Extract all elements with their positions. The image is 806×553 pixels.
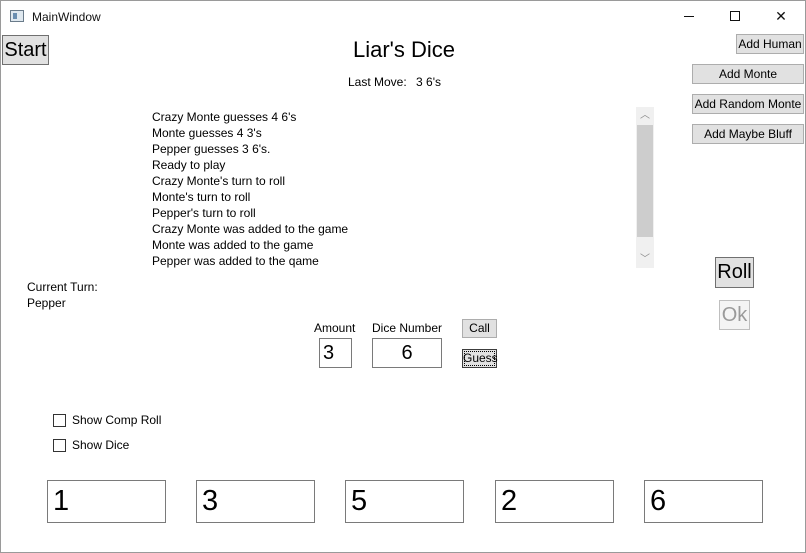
guess-button[interactable]: Guess	[462, 349, 498, 368]
die-3: 5	[345, 480, 464, 523]
die-5: 6	[644, 480, 763, 523]
minimize-icon	[684, 16, 694, 17]
game-log[interactable]: Crazy Monte guesses 4 6's Monte guesses …	[152, 109, 632, 269]
roll-button[interactable]: Roll	[715, 257, 754, 288]
app-icon	[10, 10, 24, 22]
die-2: 3	[196, 480, 315, 523]
log-entry: Monte was added to the game	[152, 238, 314, 252]
call-button[interactable]: Call	[462, 319, 497, 338]
ok-button[interactable]: Ok	[719, 300, 750, 330]
current-turn-player: Pepper	[27, 296, 66, 310]
last-move-label: Last Move:	[348, 75, 407, 89]
log-entry: Monte guesses 4 3's	[152, 126, 262, 140]
checkbox-icon[interactable]	[53, 439, 66, 452]
maximize-button[interactable]	[712, 1, 758, 32]
last-move: Last Move: 3 6's	[348, 75, 447, 89]
show-dice-label: Show Dice	[72, 438, 130, 452]
window-title: MainWindow	[32, 10, 101, 24]
die-1: 1	[47, 480, 166, 523]
scroll-up-icon[interactable]: ︿	[636, 107, 654, 124]
dice-number-label: Dice Number	[372, 321, 443, 335]
log-entry: Pepper was added to the qame	[152, 254, 319, 268]
log-scrollbar[interactable]: ︿ ﹀	[636, 107, 654, 268]
amount-input[interactable]: 3	[319, 338, 352, 368]
log-entry: Pepper's turn to roll	[152, 206, 256, 220]
main-window: MainWindow ✕ Start Liar's Dice Last Move…	[0, 0, 806, 553]
log-entry: Ready to play	[152, 158, 226, 172]
scroll-thumb[interactable]	[637, 125, 653, 237]
game-title: Liar's Dice	[352, 37, 455, 62]
scroll-down-icon[interactable]: ﹀	[636, 251, 654, 268]
last-move-value: 3 6's	[416, 75, 442, 89]
die-4: 2	[495, 480, 614, 523]
log-entry: Crazy Monte's turn to roll	[152, 174, 286, 188]
log-entry: Monte's turn to roll	[152, 190, 251, 204]
dice-number-input[interactable]: 6	[372, 338, 442, 368]
show-comp-roll-label: Show Comp Roll	[72, 413, 162, 427]
title-bar[interactable]: MainWindow ✕	[1, 1, 805, 32]
add-maybe-bluff-button[interactable]: Add Maybe Bluff	[692, 124, 804, 144]
log-entry: Crazy Monte guesses 4 6's	[152, 110, 297, 124]
amount-label: Amount	[314, 321, 356, 335]
log-entry: Pepper guesses 3 6's.	[152, 142, 271, 156]
minimize-button[interactable]	[666, 1, 712, 32]
add-human-button[interactable]: Add Human	[736, 34, 804, 54]
checkbox-icon[interactable]	[53, 414, 66, 427]
add-monte-button[interactable]: Add Monte	[692, 64, 804, 84]
close-icon: ✕	[775, 8, 787, 24]
add-random-monte-button[interactable]: Add Random Monte	[692, 94, 804, 114]
close-button[interactable]: ✕	[758, 1, 804, 32]
maximize-icon	[730, 11, 740, 21]
log-entry: Crazy Monte was added to the game	[152, 222, 349, 236]
current-turn-label: Current Turn:	[27, 280, 98, 294]
